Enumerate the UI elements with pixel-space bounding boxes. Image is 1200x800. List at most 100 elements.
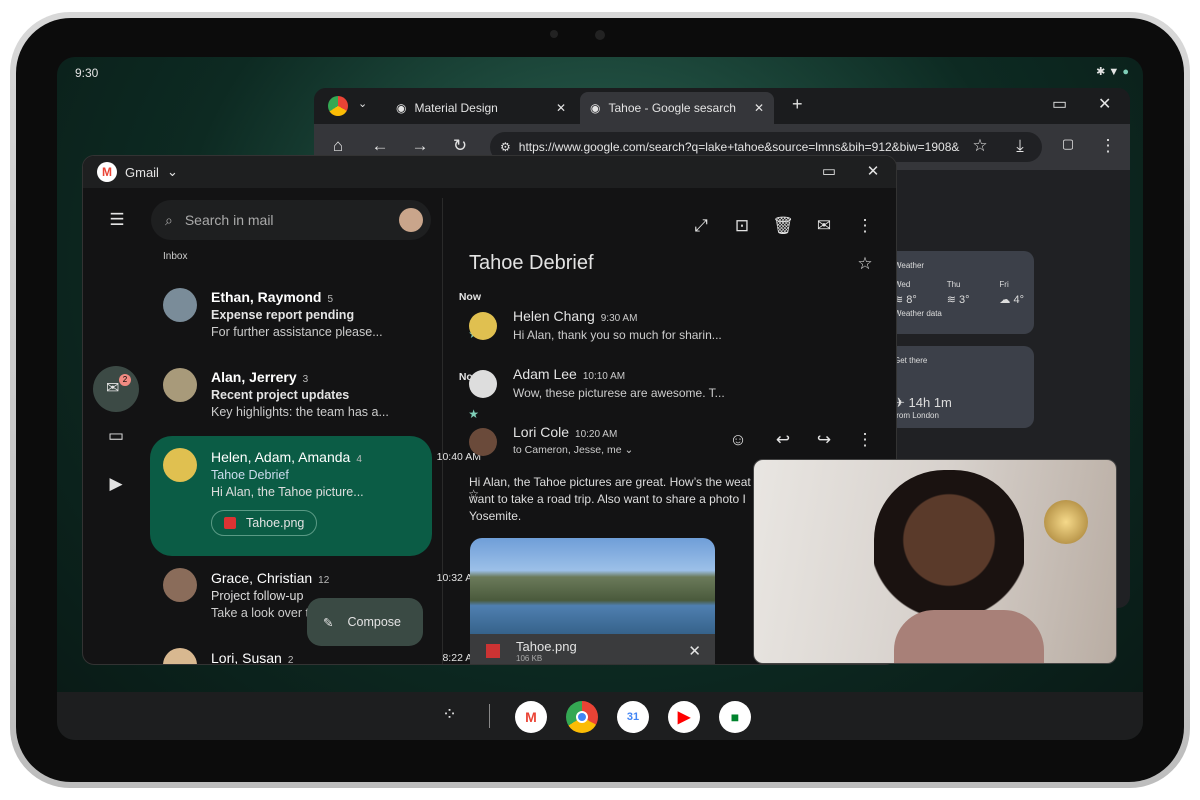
gmail-app-icon[interactable]: M [515, 701, 547, 733]
name: Tahoe.png [516, 639, 577, 654]
pendant-lamp [1044, 500, 1088, 544]
chrome-app-icon[interactable] [566, 701, 598, 733]
thread-item[interactable]: Ethan, Raymond 5 Now Expense report pendi… [211, 289, 493, 341]
tab-material-design[interactable]: ◉ Material Design ✕ [386, 92, 576, 124]
maximize-icon[interactable]: ▭ [817, 162, 841, 180]
bluetooth-icon: ✱ [1096, 66, 1106, 78]
close-window-icon[interactable]: ✕ [861, 162, 885, 180]
bookmark-star-icon[interactable]: ☆ [968, 136, 992, 156]
reply-icon[interactable]: ↩ [771, 430, 795, 450]
temp: 8° [906, 294, 917, 306]
search-placeholder: Search in mail [184, 212, 274, 228]
divider [442, 198, 443, 664]
from: from London [894, 411, 939, 420]
size: 106 KB [516, 654, 543, 663]
attachment-bar: Tahoe.png 106 KB ✕ [470, 634, 715, 664]
tab-count-icon[interactable]: ▢ [1056, 136, 1080, 152]
duration: 14h 1m [908, 395, 952, 410]
forward-icon[interactable]: ↪ [812, 430, 836, 450]
thread-item[interactable]: Lori, Susan 2 8:22 AM [211, 650, 493, 664]
1: want to take a road trip. Also want to s… [469, 492, 746, 506]
taskbar: ⁘ M 31 ▶ ■ [57, 692, 1143, 740]
sender: Helen Chang [513, 308, 595, 324]
site-info-icon: ⚙ [500, 140, 511, 154]
favicon-icon: ◉ [396, 101, 407, 115]
names: Ethan, Raymond [211, 289, 322, 305]
video-call-pip[interactable] [753, 459, 1117, 664]
home-icon[interactable]: ⌂ [326, 136, 350, 156]
snippet: Hi Alan, thank you so much for sharin... [513, 328, 722, 342]
names: Grace, Christian [211, 570, 313, 586]
emoji-icon[interactable]: ☺ [726, 430, 750, 450]
compose-button[interactable]: ✎ Compose [307, 598, 423, 646]
forward-icon[interactable]: → [408, 136, 432, 156]
screen: 9:30 ✱ ▼ ● ⌄ ◉ Material Design ✕ ◉ Tahoe - … [57, 57, 1143, 740]
url: https://www.google.com/search?q=lake+tah… [518, 140, 960, 154]
close-icon[interactable]: ✕ [688, 642, 701, 660]
thread-item[interactable]: Alan, Jerrery3 Now Recent project update… [211, 369, 493, 421]
account-avatar[interactable] [399, 208, 423, 232]
archive-icon[interactable]: ⊡ [730, 216, 754, 236]
star-outline-icon[interactable]: ☆ [853, 254, 877, 274]
day: Wed [894, 280, 911, 289]
calendar-app-icon[interactable]: 31 [617, 701, 649, 733]
close-window-icon[interactable]: ✕ [1098, 94, 1111, 114]
sender: Adam Lee [513, 366, 577, 382]
names: Helen, Adam, Amanda [211, 449, 351, 465]
time: Now [458, 291, 481, 303]
close-icon[interactable]: ✕ [754, 101, 764, 115]
chevron-down-icon[interactable]: ⌄ [358, 97, 367, 110]
chevron-down-icon[interactable]: ⌄ [167, 164, 178, 180]
app-launcher-icon[interactable]: ⁘ [442, 704, 457, 725]
more-icon[interactable]: ⋮ [853, 430, 877, 450]
tab-tahoe-search[interactable]: ◉ Tahoe - Google sesarch ✕ [580, 92, 774, 124]
search-icon: ⌕ [165, 211, 173, 228]
star-icon[interactable]: ★ [468, 407, 479, 421]
count: 4 [356, 454, 362, 465]
attachment-chip[interactable]: Tahoe.png [211, 510, 318, 536]
delete-icon[interactable]: 🗑 [771, 216, 795, 236]
more-icon[interactable]: ⋮ [853, 216, 877, 236]
hamburger-menu-icon[interactable]: ☰ [105, 210, 129, 230]
new-tab-icon[interactable]: + [792, 94, 803, 115]
search-input[interactable]: ⌕ Search in mail [151, 200, 431, 240]
message-item[interactable]: Adam Lee 10:10 AM Wow, these picturese are… [513, 366, 725, 400]
directions-card[interactable]: Get there ✈ 14h 1m from London [884, 346, 1034, 428]
maximize-icon[interactable]: ▭ [1052, 94, 1067, 114]
image-file-icon [224, 517, 236, 529]
menu-icon[interactable]: ⋮ [1096, 136, 1120, 156]
attachment-image-preview[interactable]: Tahoe.png 106 KB ✕ [470, 538, 715, 664]
chevron-down-icon[interactable]: ⌄ [624, 444, 633, 456]
mark-unread-icon[interactable]: ✉ [812, 216, 836, 236]
message-item[interactable]: Helen Chang 9:30 AM Hi Alan, thank you so … [513, 308, 722, 342]
meet-app-icon[interactable]: ■ [719, 701, 751, 733]
calendar-day: 31 [626, 711, 640, 723]
chrome-logo-icon[interactable] [328, 96, 348, 116]
names: Alan, Jerrery [211, 369, 297, 385]
weather-card[interactable]: Weather Wed ≋ 8° Thu ≋ 3° Fri ☁ 4° Weather … [884, 251, 1034, 334]
youtube-app-icon[interactable]: ▶ [668, 701, 700, 733]
thread-item[interactable]: Helen, Adam, Amanda 4 10:40 AM Tahoe Debr… [211, 449, 493, 501]
close-icon[interactable]: ✕ [556, 101, 566, 115]
nav-mail[interactable]: ✉ 2 [93, 366, 139, 412]
title: Weather [894, 261, 925, 270]
avatar [469, 428, 497, 456]
message-header[interactable]: Lori Cole 10:20 AM to Cameron, Jesse, me ⌄ [513, 424, 633, 456]
conversation-title: Tahoe Debrief [469, 252, 594, 274]
tab-strip: ⌄ ◉ Material Design ✕ ◉ Tahoe - Google sesa… [314, 88, 1130, 124]
title: Get there [894, 356, 928, 365]
wifi-icon: ▼ [1108, 66, 1120, 78]
count: 5 [327, 294, 334, 305]
meet-video-icon[interactable]: ▶ [104, 474, 128, 494]
subject: Tahoe Debrief [211, 468, 289, 482]
snippet: For further assistance please... [211, 325, 383, 339]
unread-badge: 2 [119, 374, 131, 386]
expand-icon[interactable]: ⤢ [689, 216, 713, 236]
reload-icon[interactable]: ↻ [448, 136, 472, 156]
time: 10:20 AM [575, 429, 618, 440]
back-icon[interactable]: ← [368, 136, 392, 156]
download-icon[interactable]: ⤓ [1008, 136, 1032, 156]
chat-icon[interactable]: ▭ [104, 426, 128, 446]
camera [595, 30, 605, 40]
time: 10:10 AM [582, 371, 626, 382]
